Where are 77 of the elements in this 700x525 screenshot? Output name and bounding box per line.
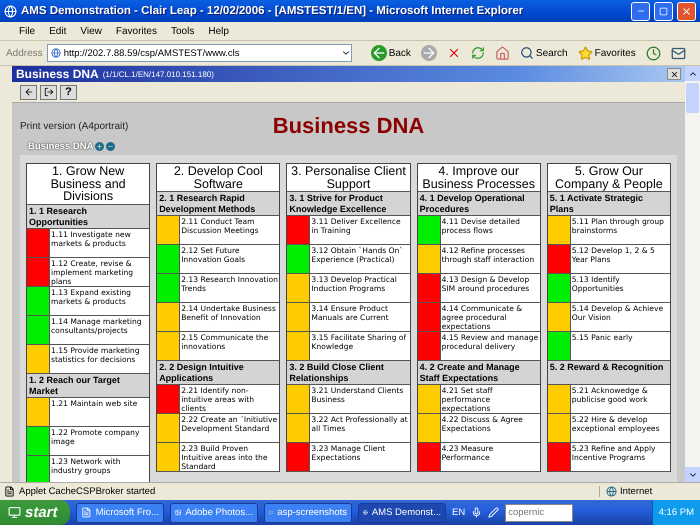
- frame-subtitle: (1/1/CL.1/EN/147.010.151.180): [102, 70, 215, 78]
- collapse-button[interactable]: [106, 142, 116, 150]
- menu-item[interactable]: File: [12, 26, 42, 36]
- minimize-button[interactable]: [631, 2, 650, 20]
- mail-icon: [670, 46, 686, 60]
- print-link[interactable]: Print version (A4portrait): [20, 120, 273, 132]
- address-label: Address: [6, 48, 43, 58]
- page-icon: [4, 486, 15, 497]
- section-title: 2. 2 Design Intuitive Applications: [157, 361, 280, 385]
- section-title: 3. 1 Strive for Product Knowledge Excellence: [287, 192, 410, 216]
- taskbar-button[interactable]: asp-screenshots: [264, 502, 352, 522]
- zone-label: Internet: [620, 486, 652, 497]
- scroll-thumb[interactable]: [686, 83, 699, 113]
- taskbar-button[interactable]: Adobe Photos...: [170, 502, 258, 522]
- section-title: 5. 2 Reward & Recognition: [548, 361, 670, 385]
- menu-item[interactable]: View: [73, 26, 109, 36]
- back-button[interactable]: Back: [368, 42, 414, 64]
- page-heading: Business DNA: [272, 113, 424, 139]
- goal-title: 5. Grow Our Company & People: [548, 164, 670, 192]
- close-icon: [670, 70, 678, 78]
- search-icon: [520, 46, 534, 60]
- menu-item[interactable]: Edit: [42, 26, 74, 36]
- goal-title: 3. Personalise Client Support: [287, 164, 410, 192]
- globe-icon: [363, 507, 368, 518]
- pen-icon[interactable]: [488, 507, 500, 518]
- scroll-down-button[interactable]: [685, 467, 700, 482]
- browser-icon: [4, 4, 17, 18]
- menu-item[interactable]: Tools: [164, 26, 202, 36]
- maximize-button[interactable]: [654, 2, 673, 20]
- close-button[interactable]: [667, 68, 681, 80]
- expand-button[interactable]: [95, 142, 104, 150]
- start-button[interactable]: start: [0, 500, 70, 525]
- section-title: 2. 1 Research Rapid Development Methods: [157, 192, 280, 216]
- home-icon: [494, 46, 510, 60]
- scroll-up-button[interactable]: [685, 66, 700, 81]
- section-title: 4. 1 Develop Operational Procedures: [418, 192, 540, 216]
- plus-icon: [96, 142, 104, 150]
- refresh-icon: [470, 46, 485, 60]
- maximize-icon: [659, 6, 668, 16]
- menu-item[interactable]: Favorites: [108, 26, 164, 36]
- favorites-button[interactable]: Favorites: [574, 42, 639, 64]
- exit-button[interactable]: [40, 84, 57, 100]
- document-icon: [81, 507, 92, 518]
- frame-title: Business DNA: [16, 67, 99, 81]
- taskbar-button[interactable]: AMS Demonst...: [358, 502, 446, 522]
- breadcrumb: Business DNA: [28, 140, 94, 152]
- language-indicator[interactable]: EN: [452, 507, 466, 518]
- globe-icon: [606, 486, 617, 497]
- taskbar-button[interactable]: Microsoft Fro...: [76, 502, 164, 522]
- back-icon: [370, 45, 387, 61]
- back-button[interactable]: [20, 84, 37, 100]
- menu-item[interactable]: Help: [201, 26, 236, 36]
- goal-title: 1. Grow New Business and Divisions: [27, 164, 150, 204]
- back-icon: [24, 87, 34, 97]
- close-icon: [681, 6, 692, 16]
- forward-icon: [420, 45, 437, 61]
- search-field[interactable]: copernic: [505, 504, 574, 522]
- section-title: 4. 2 Create and Manage Staff Expectations: [418, 361, 540, 385]
- exit-icon: [44, 87, 54, 97]
- star-icon: [578, 46, 593, 60]
- address-field[interactable]: http://202.7.88.59/csp/AMSTEST/www.cls: [46, 44, 352, 62]
- goal-title: 4. Improve our Business Processes: [418, 164, 540, 192]
- scrollbar[interactable]: [685, 66, 700, 482]
- image-icon: [175, 507, 182, 518]
- section-title: 5. 1 Activate Strategic Plans: [548, 192, 670, 216]
- section-title: 3. 2 Build Close Client Relationships: [287, 361, 410, 385]
- section-title: 1. 1 Research Opportunities: [27, 204, 150, 228]
- search-button[interactable]: Search: [516, 42, 571, 64]
- clock: 4:16 PM: [658, 507, 694, 518]
- microphone-icon[interactable]: [471, 507, 482, 518]
- page-icon: [50, 48, 61, 58]
- help-button[interactable]: ?: [60, 84, 77, 100]
- section-title: 1. 2 Reach our Target Market: [27, 374, 150, 398]
- status-text: Applet CacheCSPBroker started: [19, 486, 156, 497]
- goal-title: 2. Develop Cool Software: [157, 164, 280, 192]
- clock-icon: [646, 46, 661, 60]
- window-title: AMS Demonstration - Clair Leap - 12/02/2006 - [AMSTEST/1/EN] - Microsoft Internet Explorer: [21, 5, 524, 17]
